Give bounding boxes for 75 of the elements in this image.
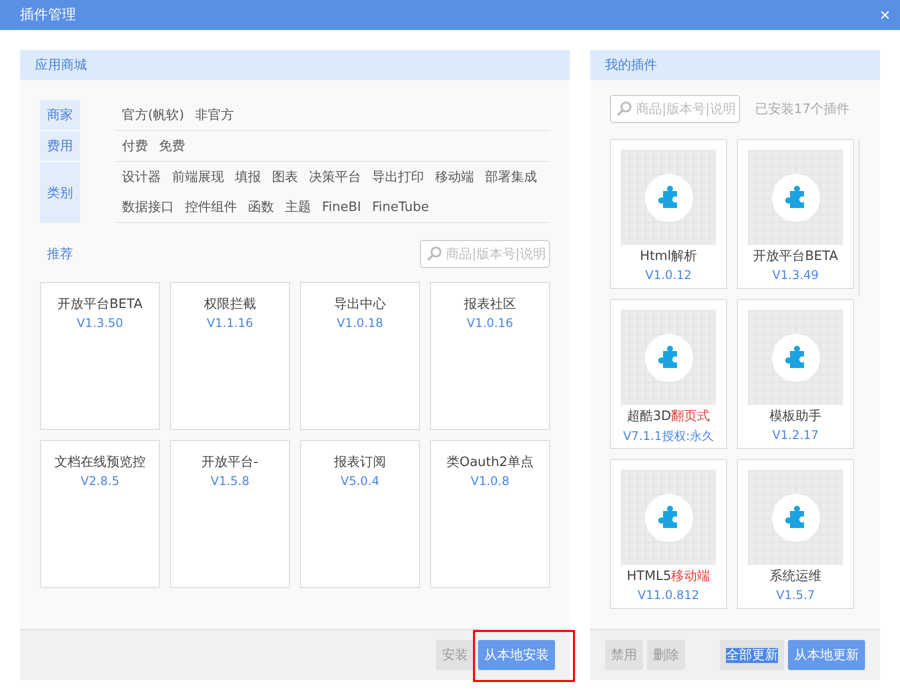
puzzle-icon	[772, 494, 820, 542]
plugin-name: 模板助手	[770, 408, 822, 425]
filter-option[interactable]: 部署集成	[485, 168, 537, 186]
plugin-version: V5.0.4	[340, 474, 380, 488]
plugin-name: HTML5移动端	[626, 568, 710, 585]
puzzle-icon	[644, 494, 692, 542]
filter-option[interactable]: 导出打印	[372, 168, 424, 186]
search-icon	[616, 101, 632, 117]
plugin-card[interactable]: 系统运维 V1.5.7	[737, 459, 854, 609]
plugin-version: V1.0.16	[466, 316, 514, 330]
filter-option[interactable]: 移动端	[435, 168, 474, 186]
plugin-version: V1.3.50	[76, 316, 124, 330]
puzzle-icon	[772, 334, 820, 382]
panel-title: 我的插件	[605, 57, 657, 74]
plugin-name: 报表订阅	[334, 454, 386, 471]
puzzle-icon	[644, 174, 692, 222]
plugin-name: 文档在线预览控	[54, 454, 146, 471]
plugin-card[interactable]: 权限拦截 V1.1.16	[170, 282, 290, 430]
plugin-version: V1.0.18	[336, 316, 384, 330]
plugin-name: 权限拦截	[204, 296, 256, 313]
plugin-version: V11.0.812	[638, 588, 700, 602]
plugin-card[interactable]: HTML5移动端 V11.0.812	[610, 459, 727, 609]
plugin-name: Html解析	[640, 248, 698, 265]
filter-option[interactable]: FineBI	[322, 200, 362, 214]
filter-option[interactable]: 函数	[248, 198, 274, 216]
filter-option[interactable]: 非官方	[195, 106, 234, 124]
plugin-card[interactable]: 超酷3D翻页式 V7.1.1授权:永久	[610, 299, 727, 449]
filter-option[interactable]: 官方(帆软)	[122, 106, 184, 124]
plugin-card[interactable]: 开放平台BETA V1.3.50	[40, 282, 160, 430]
filter-option[interactable]: 付费	[122, 137, 148, 155]
plugin-name: 开放平台BETA	[753, 248, 838, 265]
plugin-card[interactable]: 报表订阅 V5.0.4	[300, 440, 420, 588]
plugin-card[interactable]: 开放平台BETA V1.3.49	[737, 139, 854, 289]
installed-count: 已安装17个插件	[755, 101, 850, 118]
plugin-version: V1.5.8	[210, 474, 250, 488]
plugin-card[interactable]: 模板助手 V1.2.17	[737, 299, 854, 449]
plugin-name: 开放平台-	[202, 454, 258, 471]
puzzle-icon	[644, 334, 692, 382]
plugin-version: V1.5.7	[776, 588, 815, 602]
plugin-name: 超酷3D翻页式	[626, 408, 710, 425]
filter-option[interactable]: 前端展现	[172, 168, 224, 186]
filter-option[interactable]: 主题	[285, 198, 311, 216]
plugin-name: 类Oauth2单点	[446, 454, 534, 471]
search-icon	[426, 246, 442, 262]
plugin-version: V2.8.5	[80, 474, 120, 488]
plugin-version: V1.0.8	[470, 474, 510, 488]
plugin-version: V1.2.17	[772, 428, 819, 442]
plugin-version: V7.1.1授权:永久	[623, 428, 714, 445]
plugin-name: 开放平台BETA	[58, 296, 142, 313]
plugin-name: 报表社区	[464, 296, 516, 313]
plugin-card[interactable]: 类Oauth2单点 V1.0.8	[430, 440, 550, 588]
filter-option[interactable]: 设计器	[122, 168, 161, 186]
filter-option[interactable]: 决策平台	[309, 168, 361, 186]
plugin-version: V1.1.16	[206, 316, 254, 330]
window-title: 插件管理	[19, 6, 76, 24]
plugin-card[interactable]: 开放平台- V1.5.8	[170, 440, 290, 588]
puzzle-icon	[772, 174, 820, 222]
filter-option[interactable]: 数据接口	[122, 198, 174, 216]
filter-option[interactable]: 图表	[272, 168, 298, 186]
plugin-version: V1.0.12	[645, 268, 692, 282]
filter-option[interactable]: 控件组件	[185, 198, 237, 216]
filter-option[interactable]: 填报	[235, 168, 261, 186]
filter-option[interactable]: FineTube	[372, 200, 429, 214]
filter-option[interactable]: 免费	[159, 137, 185, 155]
plugin-card[interactable]: 报表社区 V1.0.16	[430, 282, 550, 430]
plugin-name: 导出中心	[334, 296, 386, 313]
plugin-card[interactable]: 文档在线预览控 V2.8.5	[40, 440, 160, 588]
recommend-link[interactable]: 推荐	[40, 245, 73, 263]
panel-title: 应用商城	[35, 57, 87, 74]
plugin-version: V1.3.49	[772, 268, 819, 282]
search-field[interactable]: 商品|版本号|说明	[420, 240, 550, 268]
plugin-name: 系统运维	[770, 568, 822, 585]
plugin-card[interactable]: 导出中心 V1.0.18	[300, 282, 420, 430]
search-field[interactable]: 商品|版本号|说明	[610, 95, 740, 123]
plugin-card[interactable]: Html解析 V1.0.12	[610, 139, 727, 289]
